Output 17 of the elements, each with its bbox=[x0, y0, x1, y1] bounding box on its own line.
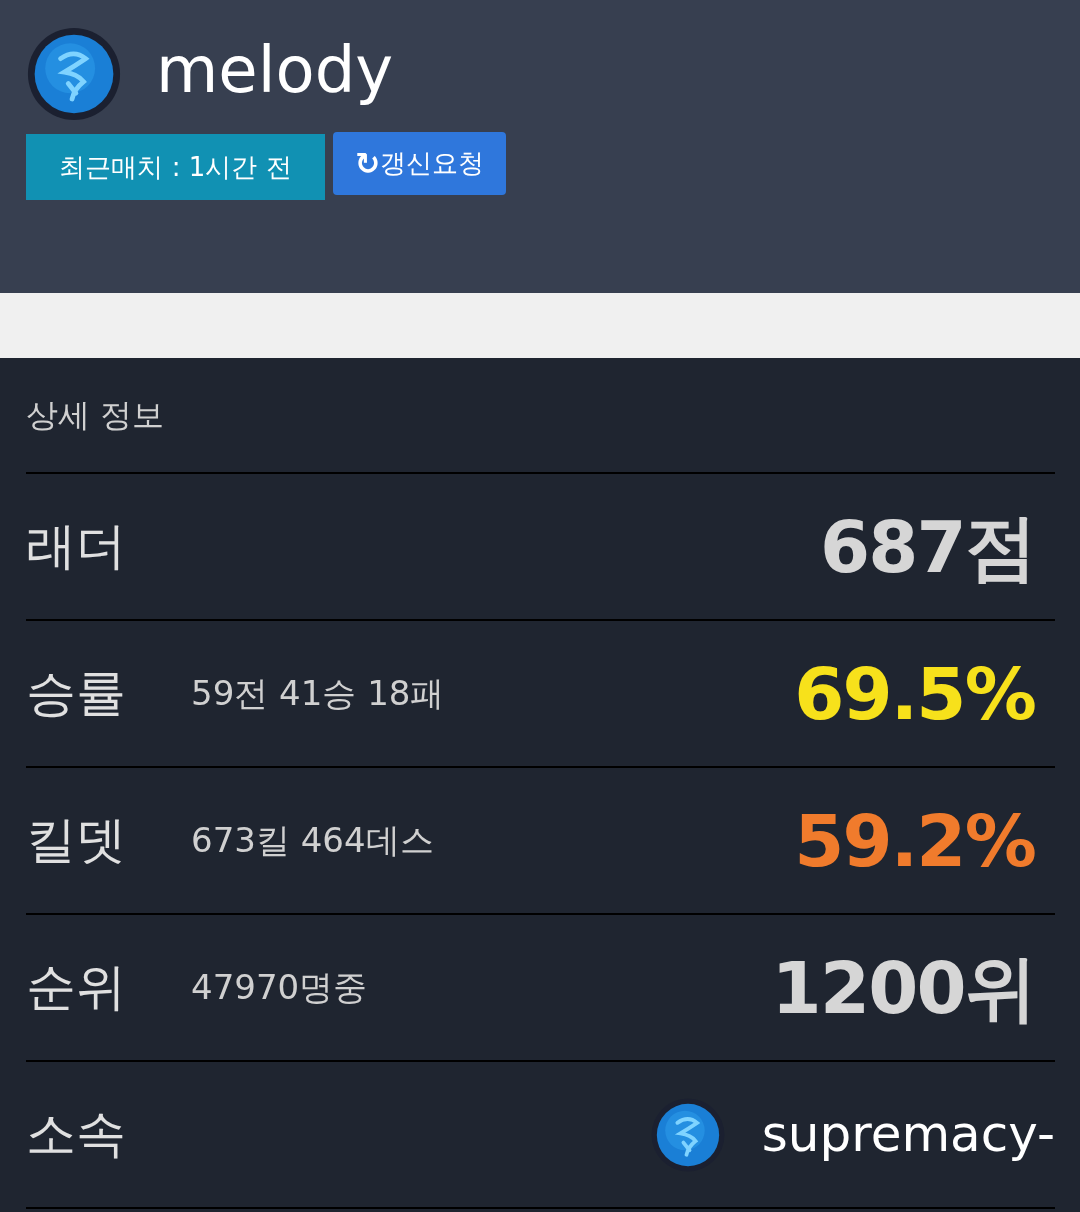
row-label: 킬뎃 bbox=[26, 810, 127, 871]
row-value: 59.2% bbox=[794, 797, 1035, 885]
row-detail: 59전 41승 18패 bbox=[191, 672, 445, 715]
row-detail: 47970명중 bbox=[191, 966, 368, 1009]
recent-match-badge: 최근매치 : 1시간 전 bbox=[26, 134, 325, 200]
row-label: 소속 bbox=[26, 1104, 127, 1165]
section-title: 상세 정보 bbox=[26, 358, 1055, 474]
row-value: 69.5% bbox=[794, 650, 1035, 738]
refresh-button[interactable]: ↻갱신요청 bbox=[333, 132, 507, 195]
row-label: 래더 bbox=[26, 516, 127, 577]
row-detail: 673킬 464데스 bbox=[191, 819, 434, 862]
row-label: 순위 bbox=[26, 957, 127, 1018]
row-label: 승률 bbox=[26, 663, 127, 724]
row-value: 1200위 bbox=[771, 944, 1035, 1032]
clan-name: supremacy- bbox=[761, 1104, 1055, 1165]
row-value: 687점 bbox=[819, 503, 1035, 591]
emblem-icon bbox=[26, 26, 122, 122]
